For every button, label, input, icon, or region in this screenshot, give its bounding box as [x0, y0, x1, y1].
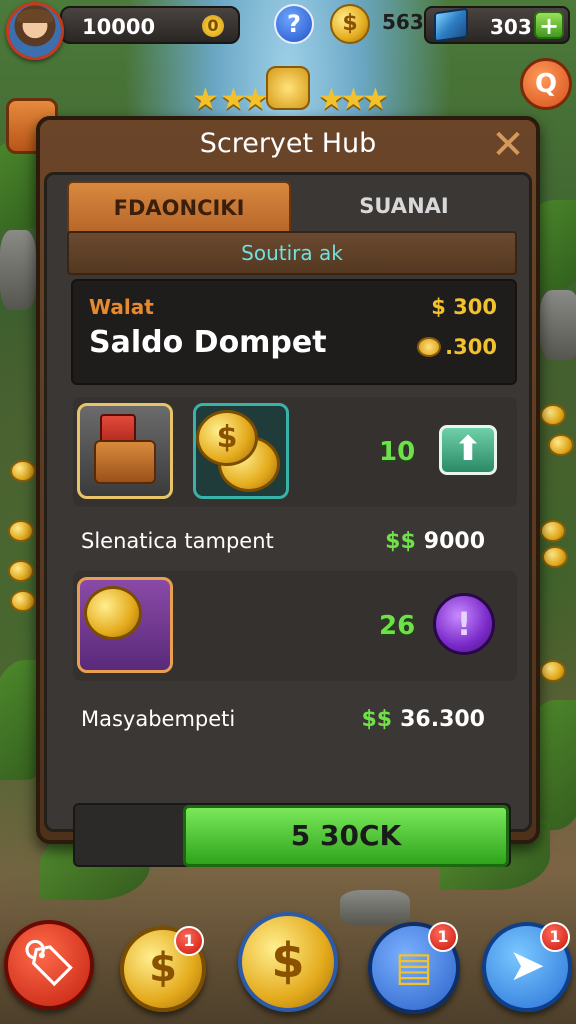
- orb-icon-button[interactable]: !: [433, 593, 495, 655]
- chest-icon: [77, 403, 173, 499]
- coin-icon: [417, 337, 442, 357]
- notification-badge: 1: [540, 922, 570, 952]
- ground-coin-decoration: [540, 404, 566, 426]
- currency-symbol: $$: [361, 707, 393, 732]
- wallet-amount-secondary-value: .300: [445, 335, 497, 359]
- upgrade-arrow-button[interactable]: ⬆: [439, 425, 497, 475]
- wallet-label: Walat: [89, 295, 154, 319]
- buy-button[interactable]: 5 30CK: [183, 805, 509, 867]
- star-icon: ★: [242, 82, 269, 117]
- tab-inactive[interactable]: SUANAI: [291, 181, 517, 231]
- crown-icon: [266, 66, 310, 110]
- shop-item-card[interactable]: 26 !: [73, 571, 517, 681]
- star-icon: ★: [192, 82, 219, 117]
- nav-coin-button[interactable]: $ 1: [120, 926, 206, 1012]
- item-price-value: 9000: [423, 529, 485, 554]
- tag-icon: 🏷: [21, 938, 77, 989]
- money-counter[interactable]: 10000 0: [60, 6, 240, 44]
- big-coin-icon: $: [271, 933, 305, 989]
- panel-content: FDAONCIKI SUANAI Soutira ak Walat Saldo …: [44, 172, 532, 867]
- coins-stack-icon: $: [193, 403, 289, 499]
- gems-value: 303: [490, 15, 532, 39]
- help-button[interactable]: ?: [274, 4, 314, 44]
- item-price-value: 36.300: [400, 707, 485, 732]
- close-button[interactable]: ✕: [488, 125, 528, 166]
- money-coin-icon: 0: [202, 15, 224, 37]
- ground-coin-decoration: [542, 546, 568, 568]
- ground-coin-decoration: [8, 520, 34, 542]
- notification-badge: 1: [428, 922, 458, 952]
- shop-panel: Screryet Hub ✕ FDAONCIKI SUANAI Soutira …: [36, 116, 540, 867]
- player-avatar[interactable]: [6, 2, 64, 60]
- wallet-amount-secondary: .300: [417, 335, 497, 359]
- ground-coin-decoration: [8, 560, 34, 582]
- rock-decoration: [0, 230, 36, 310]
- purchase-bar: 5 30CK: [73, 803, 511, 867]
- add-gems-button[interactable]: +: [534, 11, 564, 39]
- ground-coin-decoration: [10, 460, 36, 482]
- currency-symbol: $$: [385, 529, 416, 554]
- item-quantity: 26: [379, 611, 416, 641]
- star-icon: ★: [362, 82, 389, 117]
- coin-icon: $: [196, 410, 258, 466]
- rock-decoration: [540, 290, 576, 360]
- ground-coin-decoration: [10, 590, 36, 612]
- coin-icon: [84, 586, 142, 640]
- item-price: $$ 36.300: [361, 707, 485, 732]
- ground-coin-decoration: [540, 660, 566, 682]
- wallet-balance-box: Walat Saldo Dompet $ 300 .300: [71, 279, 517, 385]
- top-bar: 10000 0 ? $ 5634 303 +: [0, 0, 576, 60]
- gem-icon: [434, 7, 468, 43]
- item-name: Masyabempeti: [81, 707, 236, 731]
- item-name: Slenatica tampent: [81, 529, 274, 553]
- ground-coin-decoration: [540, 520, 566, 542]
- item-price: $$ 9000: [385, 529, 485, 554]
- rating-stars-decoration: ★ ★ ★ ★ ★ ★: [190, 66, 390, 118]
- bottom-nav: 🏷 $ 1 $ ▤ 1 ➤ 1: [0, 900, 576, 1024]
- wallet-amount-primary: $ 300: [431, 295, 497, 319]
- cash-chest-icon: [77, 577, 173, 673]
- nav-main-coin-button[interactable]: $: [238, 912, 338, 1012]
- nav-tag-button[interactable]: 🏷: [4, 920, 94, 1010]
- notification-badge: 1: [174, 926, 204, 956]
- gem-counter[interactable]: 303 +: [424, 6, 570, 44]
- nav-cursor-button[interactable]: ➤ 1: [482, 922, 572, 1012]
- wallet-title: Saldo Dompet: [89, 325, 327, 360]
- money-value: 10000: [82, 15, 156, 39]
- panel-title: Screryet Hub: [199, 128, 377, 159]
- ground-coin-decoration: [548, 434, 574, 456]
- chest-box-icon: [94, 440, 156, 484]
- section-subheader: Soutira ak: [67, 231, 517, 275]
- tab-active[interactable]: FDAONCIKI: [67, 181, 291, 231]
- nav-cash-button[interactable]: ▤ 1: [368, 922, 460, 1014]
- notification-button[interactable]: Q: [520, 58, 572, 110]
- item-quantity: 10: [379, 437, 416, 467]
- shop-item-card[interactable]: $ 10 ⬆: [73, 397, 517, 507]
- coin-icon: $: [330, 4, 370, 44]
